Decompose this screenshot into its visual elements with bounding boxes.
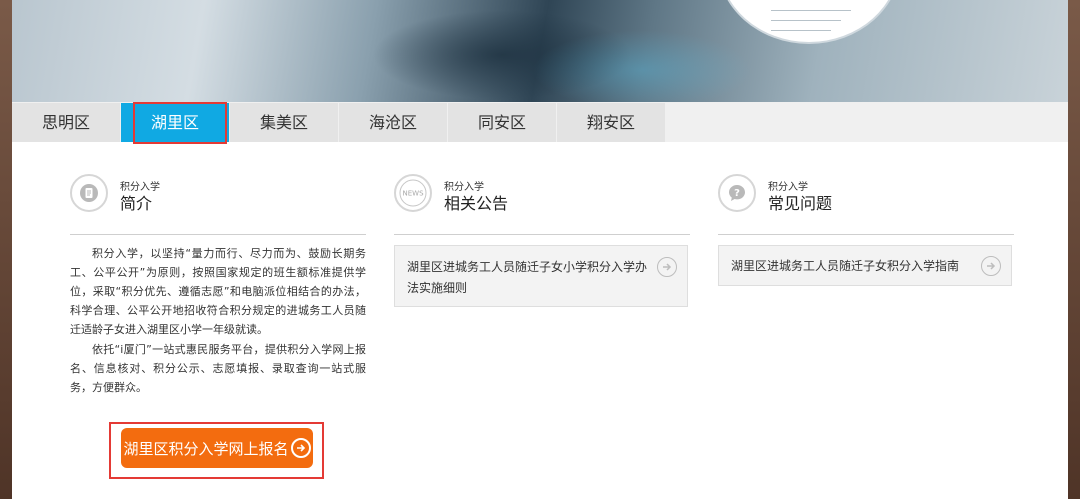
tab-huli[interactable]: 湖里区 (121, 103, 229, 142)
section-divider (394, 234, 690, 235)
faq-link-text: 湖里区进城务工人员随迁子女积分入学指南 (731, 259, 960, 273)
faq-link-item[interactable]: 湖里区进城务工人员随迁子女积分入学指南 (718, 245, 1012, 286)
arrow-right-icon (981, 256, 1001, 276)
left-frame (0, 0, 12, 499)
tab-siming[interactable]: 思明区 (12, 103, 120, 142)
tab-tongan[interactable]: 同安区 (448, 103, 556, 142)
signup-button-label: 湖里区积分入学网上报名 (123, 439, 289, 458)
svg-text:?: ? (734, 188, 740, 199)
arrow-right-icon (657, 257, 677, 277)
arrow-right-icon (290, 438, 311, 458)
tab-haicang[interactable]: 海沧区 (339, 103, 447, 142)
tab-jimei[interactable]: 集美区 (230, 103, 338, 142)
news-icon: NEWS (394, 174, 432, 212)
section-divider (718, 234, 1014, 235)
section-title: 相关公告 (444, 194, 509, 213)
section-title: 常见问题 (768, 194, 833, 213)
intro-paragraph: 积分入学，以坚持“量力而行、尽力而为、鼓励长期务工、公平公开”为原则，按照国家规… (70, 247, 366, 336)
district-tab-bar: 思明区 湖里区 集美区 海沧区 同安区 翔安区 (12, 102, 1068, 144)
banner-document-preview (717, 0, 901, 44)
question-icon: ? (718, 174, 756, 212)
notice-link-text: 湖里区进城务工人员随迁子女小学积分入学办法实施细则 (407, 260, 648, 295)
document-icon (70, 174, 108, 212)
svg-text:NEWS: NEWS (402, 190, 424, 198)
section-divider (70, 234, 366, 235)
intro-paragraph: 依托“i厦门”一站式惠民服务平台，提供积分入学网上报名、信息核对、积分公示、志愿… (70, 343, 366, 394)
notice-link-item[interactable]: 湖里区进城务工人员随迁子女小学积分入学办法实施细则 (394, 245, 688, 307)
tab-xiangan[interactable]: 翔安区 (557, 103, 665, 142)
header-banner (12, 0, 1068, 102)
main-content: 思明区 湖里区 集美区 海沧区 同安区 翔安区 积分入学 简介 积分入学，以坚持… (12, 102, 1068, 499)
right-frame (1068, 0, 1080, 499)
section-title: 简介 (120, 194, 153, 213)
online-signup-button[interactable]: 湖里区积分入学网上报名 (121, 428, 313, 468)
